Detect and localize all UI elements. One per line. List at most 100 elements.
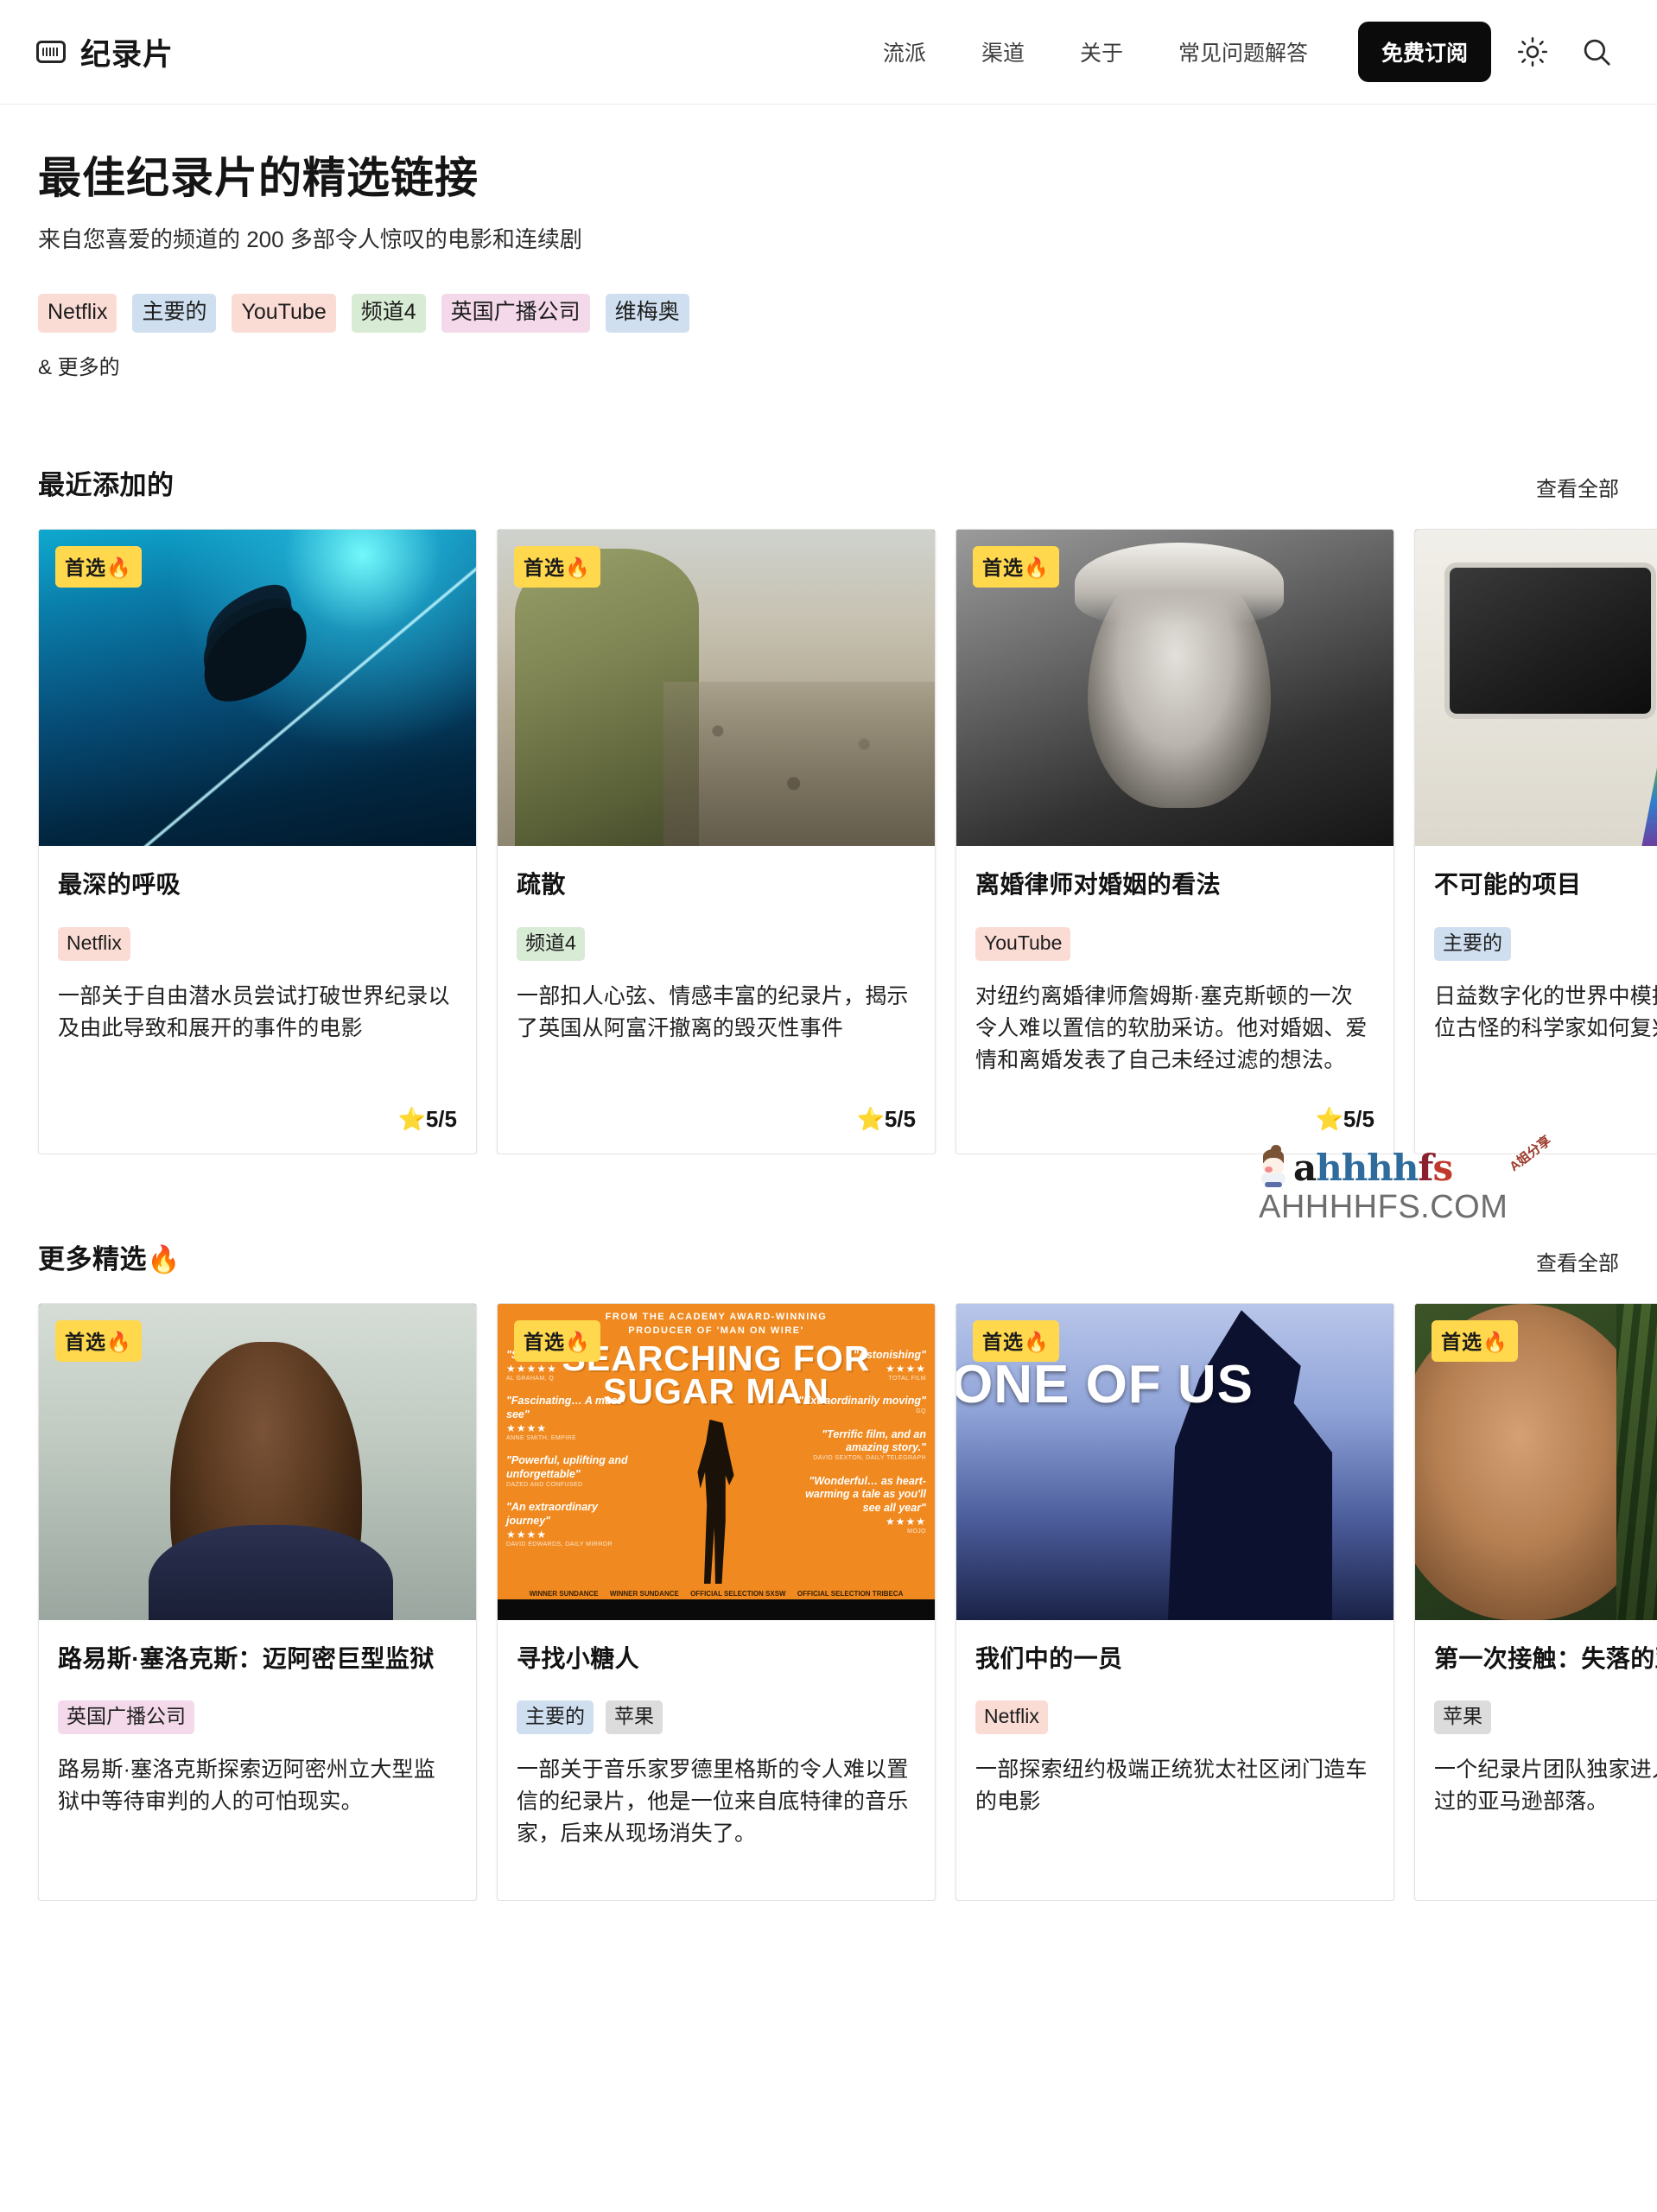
- content-card[interactable]: 首选🔥最深的呼吸Netflix一部关于自由潜水员尝试打破世界纪录以及由此导致和展…: [38, 529, 477, 1154]
- content-card[interactable]: FIRST CLOST TRIBE首选🔥第一次接触：失落的亚马逊部落苹果一个纪录…: [1414, 1303, 1657, 1902]
- card-tag-list: 英国广播公司: [58, 1700, 457, 1734]
- card-thumbnail: 首选🔥: [956, 530, 1394, 846]
- card-description: 一部探索纽约极端正统犹太社区闭门造车的电影: [975, 1754, 1374, 1818]
- theme-toggle-button[interactable]: [1510, 29, 1555, 74]
- poster-laurels: WINNER SUNDANCEWINNER SUNDANCEOFFICIAL S…: [498, 1590, 935, 1598]
- see-all-link[interactable]: 查看全部: [1536, 1246, 1619, 1276]
- poster-quotes-right: "Astonishing"★★★★TOTAL FILM"Extraordinar…: [795, 1349, 926, 1548]
- search-button[interactable]: [1574, 29, 1619, 74]
- site-header: 纪录片 流派 渠道 关于 常见问题解答 免费订阅: [0, 0, 1657, 105]
- subscribe-button[interactable]: 免费订阅: [1358, 22, 1491, 82]
- card-tag[interactable]: 苹果: [606, 1700, 663, 1734]
- card-thumbnail: FIRST CLOST TRIBE首选🔥: [1415, 1304, 1657, 1620]
- card-title: 最深的呼吸: [58, 868, 457, 901]
- content-card[interactable]: IMI不可能的项目主要的日益数字化的世界中模拟摄影的故事。一位古怪的科学家如何复…: [1414, 529, 1657, 1154]
- card-thumbnail: ONE OF US首选🔥: [956, 1304, 1394, 1620]
- hero-tag-0[interactable]: Netflix: [38, 294, 117, 333]
- card-rating: [975, 1850, 1374, 1879]
- card-rating: ⭐5/5: [58, 1077, 457, 1133]
- main-nav: 流派 渠道 关于 常见问题解答 免费订阅: [855, 22, 1619, 82]
- poster-quote: "Terrific film, and an amazing story."DA…: [795, 1428, 926, 1463]
- hero-tag-2[interactable]: YouTube: [232, 294, 335, 333]
- hero-tag-4[interactable]: 英国广播公司: [441, 294, 590, 333]
- card-tag[interactable]: 苹果: [1434, 1700, 1491, 1734]
- card-body: 我们中的一员 Netflix 一部探索纽约极端正统犹太社区闭门造车的电影: [956, 1620, 1394, 1901]
- page-title: 最佳纪录片的精选链接: [38, 153, 1619, 204]
- sections-host: 最近添加的查看全部首选🔥最深的呼吸Netflix一部关于自由潜水员尝试打破世界纪…: [0, 463, 1657, 1901]
- card-tag-list: 主要的: [1434, 927, 1657, 961]
- card-tag[interactable]: 英国广播公司: [58, 1700, 194, 1734]
- card-tag[interactable]: 频道4: [517, 927, 585, 961]
- poster-laurel: OFFICIAL SELECTION SXSW: [690, 1590, 786, 1598]
- hero-tag-more[interactable]: & 更多的: [38, 350, 1619, 380]
- poster-quotes-left: "Stirring"★★★★★AL GRAHAM, Q"Fascinating……: [506, 1349, 638, 1560]
- card-tag[interactable]: 主要的: [517, 1700, 594, 1734]
- card-tag-list: 苹果: [1434, 1700, 1657, 1734]
- nav-item-about[interactable]: 关于: [1052, 36, 1151, 67]
- card-title: 离婚律师对婚姻的看法: [975, 868, 1374, 901]
- card-title: 不可能的项目: [1434, 868, 1657, 901]
- brand[interactable]: 纪录片: [36, 30, 174, 74]
- content-card[interactable]: 首选🔥疏散频道4一部扣人心弦、情感丰富的纪录片，揭示了英国从阿富汗撤离的毁灭性事…: [497, 529, 936, 1154]
- content-section-0: 最近添加的查看全部首选🔥最深的呼吸Netflix一部关于自由潜水员尝试打破世界纪…: [0, 463, 1657, 1154]
- card-title: 寻找小糖人: [517, 1643, 916, 1675]
- nav-item-genres[interactable]: 流派: [855, 36, 954, 67]
- poster-laurel: OFFICIAL SELECTION TRIBECA: [797, 1590, 904, 1598]
- card-body: 第一次接触：失落的亚马逊部落苹果一个纪录片团队独家进入了以前未曾接触过的亚马逊部…: [1415, 1620, 1657, 1901]
- card-rating: ⭐5/5: [975, 1077, 1374, 1133]
- poster-quote: "Extraordinarily moving"GQ: [795, 1395, 926, 1415]
- card-rating: ⭐5/5: [517, 1077, 916, 1133]
- nav-item-faq[interactable]: 常见问题解答: [1151, 36, 1336, 67]
- card-thumbnail: FROM THE ACADEMY AWARD-WINNINGPRODUCER O…: [498, 1304, 935, 1620]
- section-header: 最近添加的 查看全部: [0, 463, 1657, 502]
- thumbnail-label: ONE OF US: [956, 1359, 1254, 1411]
- card-body: 离婚律师对婚姻的看法 YouTube 对纽约离婚律师詹姆斯·塞克斯顿的一次令人难以置…: [956, 846, 1394, 1154]
- hero-section: 最佳纪录片的精选链接 来自您喜爱的频道的 200 多部令人惊叹的电影和连续剧 N…: [0, 105, 1657, 380]
- poster-quote: "Wonderful… as heart-warming a tale as y…: [795, 1475, 926, 1536]
- card-tag[interactable]: Netflix: [58, 927, 130, 961]
- card-thumbnail: 首选🔥: [39, 530, 476, 846]
- card-rail[interactable]: 首选🔥最深的呼吸Netflix一部关于自由潜水员尝试打破世界纪录以及由此导致和展…: [0, 529, 1657, 1154]
- featured-badge: 首选🔥: [55, 546, 142, 588]
- featured-badge: 首选🔥: [55, 1320, 142, 1362]
- poster-bottom-bar: [498, 1599, 935, 1620]
- content-card[interactable]: 首选🔥 离婚律师对婚姻的看法 YouTube 对纽约离婚律师詹姆斯·塞克斯顿的一次令人…: [955, 529, 1394, 1154]
- hero-tag-5[interactable]: 维梅奥: [606, 294, 689, 333]
- hero-tag-3[interactable]: 频道4: [352, 294, 426, 333]
- card-tag-list: 频道4: [517, 927, 916, 961]
- card-title: 我们中的一员: [975, 1643, 1374, 1675]
- content-card[interactable]: 首选🔥 路易斯·塞洛克斯：迈阿密巨型监狱英国广播公司路易斯·塞洛克斯探索迈阿密州立…: [38, 1303, 477, 1902]
- featured-badge: 首选🔥: [973, 546, 1059, 588]
- card-rail[interactable]: 首选🔥 路易斯·塞洛克斯：迈阿密巨型监狱英国广播公司路易斯·塞洛克斯探索迈阿密州立…: [0, 1303, 1657, 1902]
- card-description: 日益数字化的世界中模拟摄影的故事。一位古怪的科学家如何复兴宝丽来工厂。: [1434, 981, 1657, 1045]
- sun-icon: [1517, 36, 1548, 67]
- card-tag[interactable]: 主要的: [1434, 927, 1511, 961]
- card-title: 路易斯·塞洛克斯：迈阿密巨型监狱: [58, 1643, 457, 1675]
- card-tag[interactable]: YouTube: [975, 927, 1070, 961]
- card-description: 对纽约离婚律师詹姆斯·塞克斯顿的一次令人难以置信的软肋采访。他对婚姻、爱情和离婚…: [975, 981, 1374, 1077]
- card-tag-list: Netflix: [58, 927, 457, 961]
- featured-badge: 首选🔥: [973, 1320, 1059, 1362]
- card-tag[interactable]: Netflix: [975, 1700, 1048, 1734]
- card-rating: [58, 1850, 457, 1879]
- poster-laurel: WINNER SUNDANCE: [530, 1590, 599, 1598]
- card-body: 不可能的项目主要的日益数字化的世界中模拟摄影的故事。一位古怪的科学家如何复兴宝丽…: [1415, 846, 1657, 1154]
- card-description: 路易斯·塞洛克斯探索迈阿密州立大型监狱中等待审判的人的可怕现实。: [58, 1754, 457, 1818]
- content-card[interactable]: ONE OF US首选🔥 我们中的一员 Netflix 一部探索纽约极端正统犹太社区闭…: [955, 1303, 1394, 1902]
- content-section-1: 更多精选🔥查看全部首选🔥路易斯·塞洛克斯：迈阿密巨型监狱英国广播公司路易斯·塞洛…: [0, 1237, 1657, 1902]
- card-body: 最深的呼吸Netflix一部关于自由潜水员尝试打破世界纪录以及由此导致和展开的事…: [39, 846, 476, 1154]
- featured-badge: 首选🔥: [514, 546, 600, 588]
- content-card[interactable]: FROM THE ACADEMY AWARD-WINNINGPRODUCER O…: [497, 1303, 936, 1902]
- nav-item-channels[interactable]: 渠道: [954, 36, 1052, 67]
- card-tag-list: YouTube: [975, 927, 1374, 961]
- hero-tag-1[interactable]: 主要的: [132, 294, 216, 333]
- section-title: 最近添加的: [38, 463, 175, 502]
- card-rating: [517, 1850, 916, 1879]
- card-description: 一个纪录片团队独家进入了以前未曾接触过的亚马逊部落。: [1434, 1754, 1657, 1818]
- search-icon: [1581, 36, 1612, 67]
- see-all-link[interactable]: 查看全部: [1536, 472, 1619, 502]
- thumbnail-artwork: IMI: [1415, 530, 1657, 846]
- featured-badge: 首选🔥: [1432, 1320, 1518, 1362]
- film-strip-icon: [36, 41, 66, 63]
- poster-quote: "Powerful, uplifting and unforgettable"D…: [506, 1454, 638, 1489]
